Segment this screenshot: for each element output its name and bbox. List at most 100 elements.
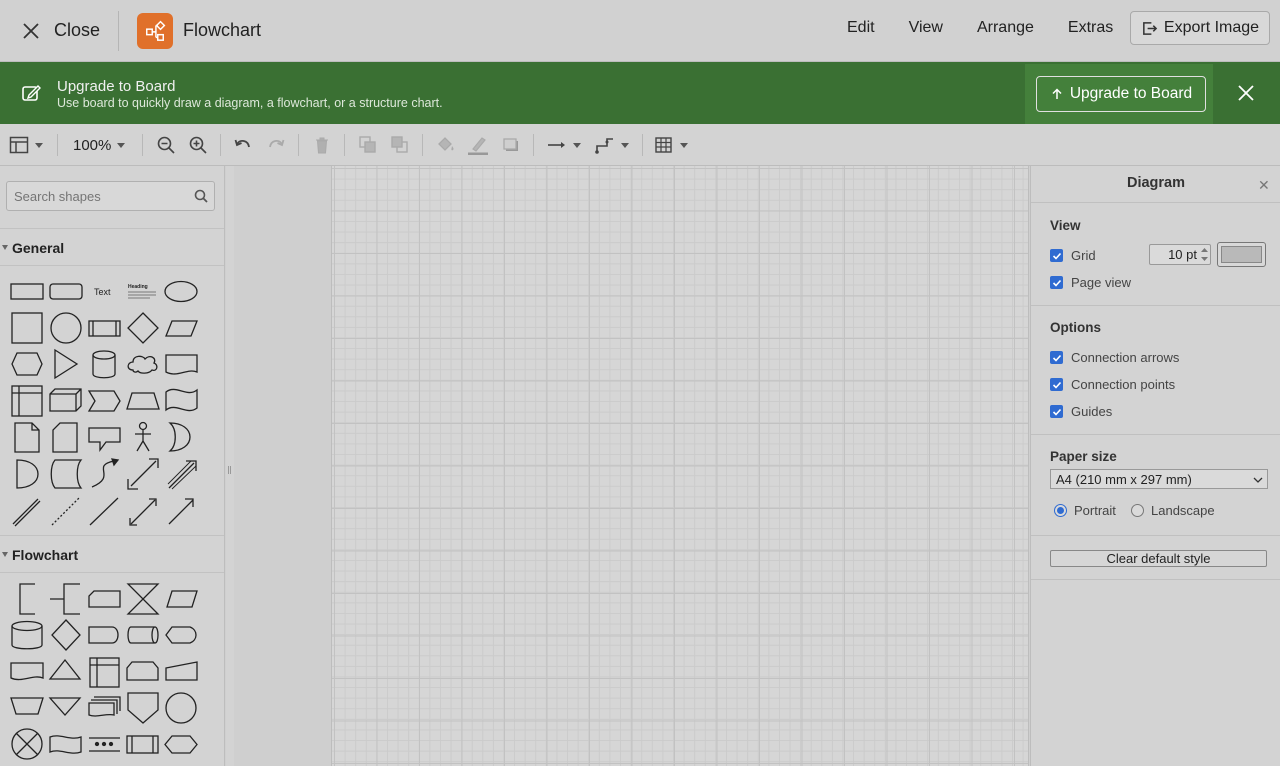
shape-internal-storage[interactable] (11, 385, 43, 417)
shape-on-page-reference[interactable] (165, 692, 197, 724)
zoom-out-button[interactable] (156, 134, 176, 156)
delete-button[interactable] (312, 134, 332, 156)
menu-extras[interactable]: Extras (1056, 19, 1125, 37)
diagram-page[interactable] (331, 166, 1029, 766)
shape-cube[interactable] (49, 388, 82, 412)
shape-merge[interactable] (48, 697, 82, 716)
line-color-button[interactable] (468, 134, 488, 156)
shape-circle[interactable] (50, 312, 82, 344)
shape-actor[interactable] (135, 421, 151, 452)
shape-arrow[interactable] (167, 460, 197, 490)
shape-annotation-2[interactable] (50, 583, 80, 615)
shape-document[interactable] (165, 354, 198, 375)
shape-cylinder[interactable] (92, 350, 116, 379)
shape-callout[interactable] (88, 427, 121, 452)
shape-note[interactable] (14, 422, 40, 453)
shape-display[interactable] (165, 626, 197, 644)
shape-diamond[interactable] (127, 312, 159, 344)
paper-size-select[interactable]: A4 (210 mm x 297 mm) (1050, 469, 1268, 489)
portrait-radio[interactable]: Portrait (1054, 503, 1116, 518)
shape-data[interactable] (166, 590, 198, 608)
shape-card[interactable] (52, 422, 78, 453)
guides-checkbox[interactable]: Guides (1050, 404, 1112, 419)
shape-square[interactable] (11, 312, 43, 344)
shape-curve[interactable] (91, 458, 120, 488)
zoom-select[interactable]: 100% (73, 134, 126, 156)
shape-heading[interactable]: Heading (128, 284, 156, 299)
shape-bidirectional-connector[interactable] (129, 498, 157, 526)
shape-preparation[interactable] (164, 735, 198, 754)
shape-multi-document[interactable] (88, 696, 121, 717)
shape-double-line[interactable] (12, 498, 41, 527)
shape-directional-connector[interactable] (168, 498, 194, 525)
shape-manual-operation[interactable] (10, 697, 44, 715)
shape-line[interactable] (89, 497, 119, 526)
shape-manual-input[interactable] (165, 661, 198, 681)
shape-card-flow[interactable] (88, 590, 121, 608)
shape-ellipse[interactable] (164, 280, 198, 303)
to-front-button[interactable] (358, 134, 378, 156)
shape-extract[interactable] (48, 658, 82, 680)
shape-parallel-mode[interactable] (89, 737, 120, 752)
shape-collate[interactable] (126, 583, 160, 615)
page-view-checkbox[interactable]: Page view (1050, 275, 1131, 290)
shape-off-page-reference[interactable] (127, 692, 159, 724)
shape-delay[interactable] (88, 626, 119, 644)
shape-cloud[interactable] (127, 355, 158, 374)
shape-process[interactable] (88, 320, 121, 337)
shape-step[interactable] (87, 390, 121, 412)
waypoints-button[interactable] (595, 134, 629, 156)
shape-or[interactable] (168, 422, 191, 452)
shape-internal-storage-flow[interactable] (89, 657, 120, 688)
shape-direct-data[interactable] (127, 626, 159, 644)
shape-or-flow[interactable] (11, 728, 43, 760)
shape-stored-data[interactable] (50, 459, 83, 489)
spinner-icon[interactable] (1199, 245, 1210, 264)
shape-dashed-line[interactable] (51, 497, 80, 526)
to-back-button[interactable] (390, 134, 410, 156)
grid-color-swatch[interactable] (1217, 242, 1266, 267)
shape-triangle[interactable] (54, 348, 79, 380)
section-general[interactable]: General (0, 228, 224, 266)
shape-data-storage[interactable] (16, 459, 39, 489)
shape-rounded-rectangle[interactable] (49, 283, 83, 300)
panel-close-icon[interactable]: ✕ (1258, 177, 1270, 194)
connection-points-checkbox[interactable]: Connection points (1050, 377, 1175, 392)
close-button[interactable]: Close (0, 3, 118, 59)
menu-arrange[interactable]: Arrange (965, 19, 1046, 37)
shape-decision[interactable] (51, 619, 81, 651)
shape-database[interactable] (11, 620, 43, 650)
export-image-button[interactable]: Export Image (1130, 11, 1270, 45)
zoom-in-button[interactable] (188, 134, 208, 156)
shape-predefined-process[interactable] (126, 735, 159, 754)
shape-text[interactable]: Text (94, 287, 111, 297)
table-button[interactable] (654, 134, 688, 156)
section-flowchart[interactable]: Flowchart (0, 535, 224, 573)
search-icon[interactable] (194, 189, 208, 203)
shadow-button[interactable] (501, 134, 521, 156)
shape-document-flow[interactable] (10, 662, 44, 681)
menu-view[interactable]: View (897, 19, 955, 37)
grid-checkbox[interactable]: Grid (1050, 248, 1096, 263)
shape-hexagon[interactable] (11, 352, 43, 376)
sidebar-resize-handle[interactable] (226, 166, 234, 766)
shape-trapezoid[interactable] (126, 392, 160, 410)
connection-arrows-checkbox[interactable]: Connection arrows (1050, 350, 1179, 365)
connection-button[interactable] (547, 134, 581, 156)
shape-loop-limit[interactable] (126, 661, 159, 681)
upgrade-to-board-button[interactable]: Upgrade to Board (1036, 76, 1206, 112)
menu-edit[interactable]: Edit (835, 19, 887, 37)
shape-parallelogram[interactable] (165, 320, 198, 337)
clear-default-style-button[interactable]: Clear default style (1050, 550, 1267, 567)
shape-tape[interactable] (165, 388, 198, 412)
search-input[interactable] (7, 182, 187, 210)
format-panel-button[interactable] (9, 134, 43, 156)
shape-rectangle[interactable] (10, 283, 44, 300)
fill-color-button[interactable] (436, 134, 456, 156)
landscape-radio[interactable]: Landscape (1131, 503, 1215, 518)
shape-paper-tape[interactable] (49, 735, 82, 754)
redo-button[interactable] (266, 134, 286, 156)
undo-button[interactable] (233, 134, 253, 156)
shape-annotation[interactable] (19, 583, 35, 615)
shape-bidirectional-arrow[interactable] (127, 458, 159, 490)
